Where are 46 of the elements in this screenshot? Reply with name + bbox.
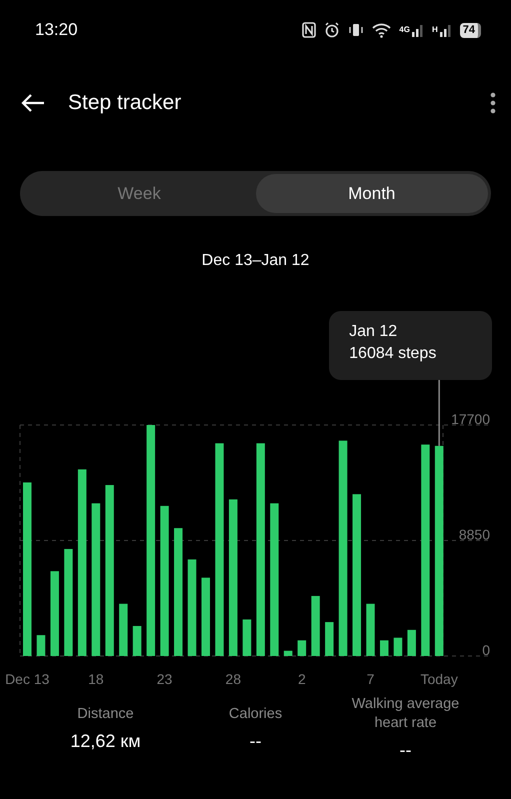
- network-label: 4G: [399, 24, 410, 36]
- more-options-button[interactable]: [489, 92, 497, 114]
- stat-value: 12,62 км: [70, 730, 141, 753]
- tooltip-steps: 16084 steps: [349, 343, 472, 365]
- stat-value: --: [400, 739, 412, 762]
- axis-label: 23: [156, 671, 172, 687]
- back-button[interactable]: [20, 93, 46, 113]
- bar: [325, 622, 334, 656]
- bar: [394, 638, 402, 656]
- axis-label: 2: [298, 671, 306, 687]
- stat-value: --: [250, 730, 262, 753]
- axis-label: Dec 13: [5, 671, 50, 687]
- tooltip-date: Jan 12: [349, 322, 398, 342]
- axis-label: 8850: [458, 526, 490, 542]
- bar: [132, 626, 142, 656]
- bar: [298, 640, 306, 656]
- axis-label: 0: [482, 642, 490, 658]
- axis-label: Today: [420, 671, 458, 687]
- date-range: Dec 13–Jan 12: [200, 251, 310, 271]
- network-label: H: [432, 24, 438, 36]
- bar: [242, 619, 252, 656]
- axis-label: 7: [366, 671, 374, 687]
- vibrate-icon: [348, 22, 364, 38]
- axis-label: 17700: [451, 411, 490, 427]
- stat-label: Calories: [228, 705, 282, 724]
- bar: [284, 650, 292, 656]
- bar: [36, 635, 46, 656]
- nfc-icon: [302, 22, 316, 38]
- bar: [311, 596, 320, 656]
- bar: [366, 604, 375, 656]
- bar: [407, 630, 416, 656]
- signal-icon: [412, 23, 424, 37]
- stat-label: Distance: [77, 705, 134, 724]
- axis-label: 28: [225, 671, 241, 687]
- axis-label: 18: [88, 671, 104, 687]
- wifi-icon: [372, 22, 392, 38]
- alarm-icon: [324, 22, 340, 38]
- period-tab[interactable]: Month: [256, 174, 488, 213]
- leader-line: [438, 380, 440, 446]
- status-time: 13:20: [35, 19, 78, 42]
- page-title: Step tracker: [68, 90, 182, 116]
- bar: [380, 640, 388, 656]
- battery-icon: 74: [460, 22, 481, 38]
- bar: [119, 604, 128, 656]
- stat-label: Walking average heart rate: [350, 695, 460, 733]
- signal-icon: [440, 23, 452, 37]
